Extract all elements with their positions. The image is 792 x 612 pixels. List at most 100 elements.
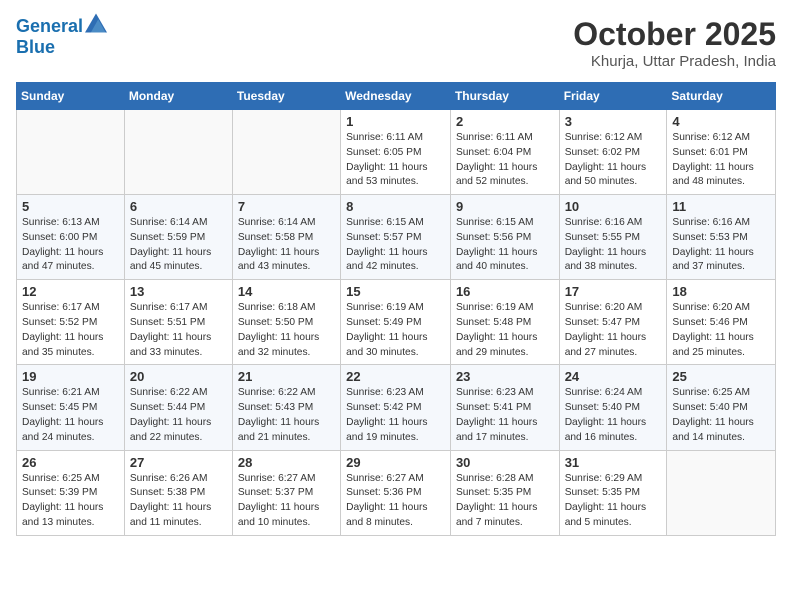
weekday-header-wednesday: Wednesday [341,83,451,110]
calendar-cell: 1 Sunrise: 6:11 AMSunset: 6:05 PMDaylight… [341,110,451,195]
weekday-header-tuesday: Tuesday [232,83,340,110]
day-number: 28 [238,455,335,470]
calendar-cell: 6 Sunrise: 6:14 AMSunset: 5:59 PMDaylight… [124,195,232,280]
day-info: Sunrise: 6:19 AMSunset: 5:48 PMDaylight:… [456,302,537,357]
logo-icon [85,12,107,34]
day-info: Sunrise: 6:27 AMSunset: 5:37 PMDaylight:… [238,473,319,528]
day-number: 7 [238,199,335,214]
day-info: Sunrise: 6:25 AMSunset: 5:40 PMDaylight:… [672,387,753,442]
page-header: General Blue October 2025 Khurja, Uttar … [16,16,776,70]
calendar-week-row: 26 Sunrise: 6:25 AMSunset: 5:39 PMDayligh… [17,450,776,535]
day-number: 8 [346,199,445,214]
day-info: Sunrise: 6:23 AMSunset: 5:41 PMDaylight:… [456,387,537,442]
day-info: Sunrise: 6:20 AMSunset: 5:47 PMDaylight:… [565,302,646,357]
day-info: Sunrise: 6:12 AMSunset: 6:02 PMDaylight:… [565,132,646,187]
calendar-cell: 25 Sunrise: 6:25 AMSunset: 5:40 PMDayligh… [667,365,776,450]
day-info: Sunrise: 6:22 AMSunset: 5:43 PMDaylight:… [238,387,319,442]
day-info: Sunrise: 6:14 AMSunset: 5:58 PMDaylight:… [238,217,319,272]
day-info: Sunrise: 6:24 AMSunset: 5:40 PMDaylight:… [565,387,646,442]
calendar-cell: 5Sunrise: 6:13 AMSunset: 6:00 PMDaylight… [17,195,125,280]
calendar-cell: 31 Sunrise: 6:29 AMSunset: 5:35 PMDayligh… [559,450,667,535]
day-info: Sunrise: 6:21 AMSunset: 5:45 PMDaylight:… [22,387,103,442]
calendar-cell: 28 Sunrise: 6:27 AMSunset: 5:37 PMDayligh… [232,450,340,535]
day-info: Sunrise: 6:29 AMSunset: 5:35 PMDaylight:… [565,473,646,528]
day-number: 27 [130,455,227,470]
calendar-cell [17,110,125,195]
day-number: 20 [130,369,227,384]
day-info: Sunrise: 6:23 AMSunset: 5:42 PMDaylight:… [346,387,427,442]
calendar-cell: 14 Sunrise: 6:18 AMSunset: 5:50 PMDayligh… [232,280,340,365]
calendar-cell [667,450,776,535]
day-number: 21 [238,369,335,384]
calendar-cell: 29Sunrise: 6:27 AMSunset: 5:36 PMDayligh… [341,450,451,535]
day-info: Sunrise: 6:17 AMSunset: 5:52 PMDaylight:… [22,302,103,357]
day-info: Sunrise: 6:19 AMSunset: 5:49 PMDaylight:… [346,302,427,357]
month-title: October 2025 [573,16,776,53]
day-number: 31 [565,455,662,470]
calendar-cell: 7 Sunrise: 6:14 AMSunset: 5:58 PMDaylight… [232,195,340,280]
weekday-header-monday: Monday [124,83,232,110]
day-info: Sunrise: 6:11 AMSunset: 6:05 PMDaylight:… [346,132,427,187]
calendar-table: SundayMondayTuesdayWednesdayThursdayFrid… [16,82,776,536]
day-number: 23 [456,369,554,384]
weekday-header-saturday: Saturday [667,83,776,110]
calendar-cell: 21 Sunrise: 6:22 AMSunset: 5:43 PMDayligh… [232,365,340,450]
day-number: 12 [22,284,119,299]
weekday-header-thursday: Thursday [450,83,559,110]
calendar-cell: 23 Sunrise: 6:23 AMSunset: 5:41 PMDayligh… [450,365,559,450]
calendar-cell: 2 Sunrise: 6:11 AMSunset: 6:04 PMDaylight… [450,110,559,195]
logo: General Blue [16,16,107,58]
calendar-cell: 3 Sunrise: 6:12 AMSunset: 6:02 PMDaylight… [559,110,667,195]
day-number: 10 [565,199,662,214]
day-number: 16 [456,284,554,299]
day-info: Sunrise: 6:28 AMSunset: 5:35 PMDaylight:… [456,473,537,528]
day-info: Sunrise: 6:16 AMSunset: 5:53 PMDaylight:… [672,217,753,272]
day-info: Sunrise: 6:12 AMSunset: 6:01 PMDaylight:… [672,132,753,187]
calendar-cell: 9 Sunrise: 6:15 AMSunset: 5:56 PMDaylight… [450,195,559,280]
calendar-week-row: 5Sunrise: 6:13 AMSunset: 6:00 PMDaylight… [17,195,776,280]
day-number: 24 [565,369,662,384]
calendar-cell: 22 Sunrise: 6:23 AMSunset: 5:42 PMDayligh… [341,365,451,450]
day-info: Sunrise: 6:27 AMSunset: 5:36 PMDaylight:… [346,473,427,528]
day-info: Sunrise: 6:25 AMSunset: 5:39 PMDaylight:… [22,473,103,528]
day-info: Sunrise: 6:26 AMSunset: 5:38 PMDaylight:… [130,473,211,528]
day-number: 3 [565,114,662,129]
day-number: 14 [238,284,335,299]
day-info: Sunrise: 6:15 AMSunset: 5:57 PMDaylight:… [346,217,427,272]
day-number: 6 [130,199,227,214]
logo-blue-text: Blue [16,38,107,58]
calendar-cell: 12 Sunrise: 6:17 AMSunset: 5:52 PMDayligh… [17,280,125,365]
day-number: 25 [672,369,770,384]
day-info: Sunrise: 6:15 AMSunset: 5:56 PMDaylight:… [456,217,537,272]
title-block: October 2025 Khurja, Uttar Pradesh, Indi… [573,16,776,70]
day-info: Sunrise: 6:11 AMSunset: 6:04 PMDaylight:… [456,132,537,187]
calendar-cell: 30 Sunrise: 6:28 AMSunset: 5:35 PMDayligh… [450,450,559,535]
day-number: 5 [22,199,119,214]
day-info: Sunrise: 6:20 AMSunset: 5:46 PMDaylight:… [672,302,753,357]
weekday-header-sunday: Sunday [17,83,125,110]
calendar-cell: 13Sunrise: 6:17 AMSunset: 5:51 PMDayligh… [124,280,232,365]
day-number: 1 [346,114,445,129]
day-number: 17 [565,284,662,299]
day-info: Sunrise: 6:22 AMSunset: 5:44 PMDaylight:… [130,387,211,442]
calendar-cell: 19Sunrise: 6:21 AMSunset: 5:45 PMDayligh… [17,365,125,450]
day-number: 26 [22,455,119,470]
day-info: Sunrise: 6:17 AMSunset: 5:51 PMDaylight:… [130,302,211,357]
calendar-cell: 17 Sunrise: 6:20 AMSunset: 5:47 PMDayligh… [559,280,667,365]
calendar-cell: 15Sunrise: 6:19 AMSunset: 5:49 PMDayligh… [341,280,451,365]
calendar-cell [232,110,340,195]
calendar-cell: 24 Sunrise: 6:24 AMSunset: 5:40 PMDayligh… [559,365,667,450]
day-number: 30 [456,455,554,470]
calendar-cell: 18Sunrise: 6:20 AMSunset: 5:46 PMDayligh… [667,280,776,365]
calendar-cell: 16 Sunrise: 6:19 AMSunset: 5:48 PMDayligh… [450,280,559,365]
day-info: Sunrise: 6:18 AMSunset: 5:50 PMDaylight:… [238,302,319,357]
day-info: Sunrise: 6:14 AMSunset: 5:59 PMDaylight:… [130,217,211,272]
calendar-cell: 20 Sunrise: 6:22 AMSunset: 5:44 PMDayligh… [124,365,232,450]
day-number: 22 [346,369,445,384]
day-number: 9 [456,199,554,214]
calendar-cell: 27 Sunrise: 6:26 AMSunset: 5:38 PMDayligh… [124,450,232,535]
day-number: 2 [456,114,554,129]
calendar-cell: 26 Sunrise: 6:25 AMSunset: 5:39 PMDayligh… [17,450,125,535]
weekday-header-row: SundayMondayTuesdayWednesdayThursdayFrid… [17,83,776,110]
calendar-cell [124,110,232,195]
